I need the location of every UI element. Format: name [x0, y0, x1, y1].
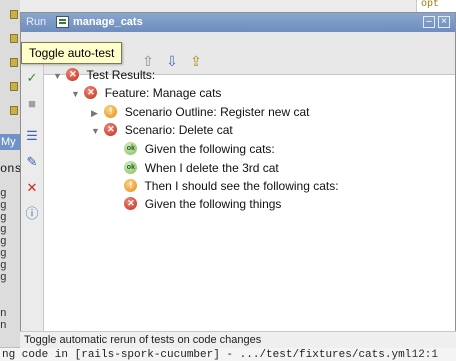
passed-status-icon: ok	[124, 161, 138, 175]
run-side-toolbar: ✓ ■ ☰ ✎ ✕ ⓘ	[21, 61, 44, 331]
minimize-icon[interactable]: –	[423, 16, 435, 28]
tree-node-scenario-outline[interactable]: ▶ ! Scenario Outline: Register new cat	[91, 103, 309, 121]
close-tab-icon[interactable]: ✕	[23, 179, 41, 197]
close-icon[interactable]: ×	[438, 16, 450, 28]
pin-icon[interactable]: ✎	[23, 153, 41, 171]
stop-icon[interactable]: ■	[23, 95, 41, 113]
tree-node-step[interactable]: ✕ Given the following things	[111, 195, 281, 213]
run-configuration-icon	[56, 16, 69, 28]
background-console-lines: g g g g g g g g n n	[0, 188, 7, 332]
tree-node-feature[interactable]: ▼ ✕ Feature: Manage cats	[71, 84, 221, 102]
tree-node-label: Given the following things	[144, 197, 282, 211]
passed-status-icon: ok	[124, 142, 138, 156]
bookmark-marker	[10, 106, 18, 115]
bookmark-marker	[10, 10, 18, 19]
test-results-tree: ▼ ✕ Test Results: ▼ ✕ Feature: Manage ca…	[43, 63, 455, 331]
run-configuration-name: manage_cats	[73, 16, 143, 28]
collapsed-arrow-icon[interactable]: ▶	[91, 104, 101, 122]
tree-node-label: Scenario Outline: Register new cat	[124, 105, 310, 119]
ide-status-message: ng code in [rails-spork-cucumber] - .../…	[2, 349, 412, 361]
tree-node-label: Then I should see the following cats:	[144, 179, 339, 193]
tree-node-label: Feature: Manage cats	[104, 86, 222, 100]
warning-status-icon: !	[124, 179, 138, 193]
toggle-auto-test-icon[interactable]: ✓	[23, 69, 41, 87]
ide-status-line: ng code in [rails-spork-cucumber] - .../…	[0, 347, 456, 361]
tree-node-label: Given the following cats:	[144, 142, 275, 156]
cursor-position: 12:1	[411, 349, 438, 361]
tree-node-step[interactable]: ! Then I should see the following cats:	[111, 177, 339, 195]
tree-node-label: Test Results:	[86, 68, 156, 82]
background-console-label: ons	[0, 162, 22, 176]
expanded-arrow-icon[interactable]: ▼	[53, 67, 63, 85]
bookmark-marker	[10, 58, 18, 67]
background-tab[interactable]: My	[0, 134, 20, 150]
run-window-titlebar[interactable]: Run manage_cats – ×	[21, 13, 455, 32]
failed-status-icon: ✕	[84, 86, 98, 100]
bookmark-marker	[10, 34, 18, 43]
tree-node-label: Scenario: Delete cat	[124, 123, 233, 137]
failed-status-icon: ✕	[104, 123, 118, 137]
layout-icon[interactable]: ☰	[23, 127, 41, 145]
tree-node-step[interactable]: ok When I delete the 3rd cat	[111, 159, 279, 177]
failed-status-icon: ✕	[66, 68, 80, 82]
expanded-arrow-icon[interactable]: ▼	[91, 122, 101, 140]
tree-node-root[interactable]: ▼ ✕ Test Results:	[53, 66, 155, 84]
warning-status-icon: !	[104, 105, 118, 119]
status-bar-message: Toggle automatic rerun of tests on code …	[20, 331, 456, 348]
bookmark-marker	[10, 82, 18, 91]
expanded-arrow-icon[interactable]: ▼	[71, 85, 81, 103]
toggle-auto-test-tooltip: Toggle auto-test	[21, 42, 123, 64]
failed-status-icon: ✕	[124, 197, 138, 211]
run-title-prefix: Run	[26, 16, 47, 28]
help-icon[interactable]: ⓘ	[23, 205, 41, 223]
tree-node-scenario[interactable]: ▼ ✕ Scenario: Delete cat	[91, 121, 233, 139]
tree-node-step[interactable]: ok Given the following cats:	[111, 140, 275, 158]
tree-node-label: When I delete the 3rd cat	[144, 161, 279, 175]
